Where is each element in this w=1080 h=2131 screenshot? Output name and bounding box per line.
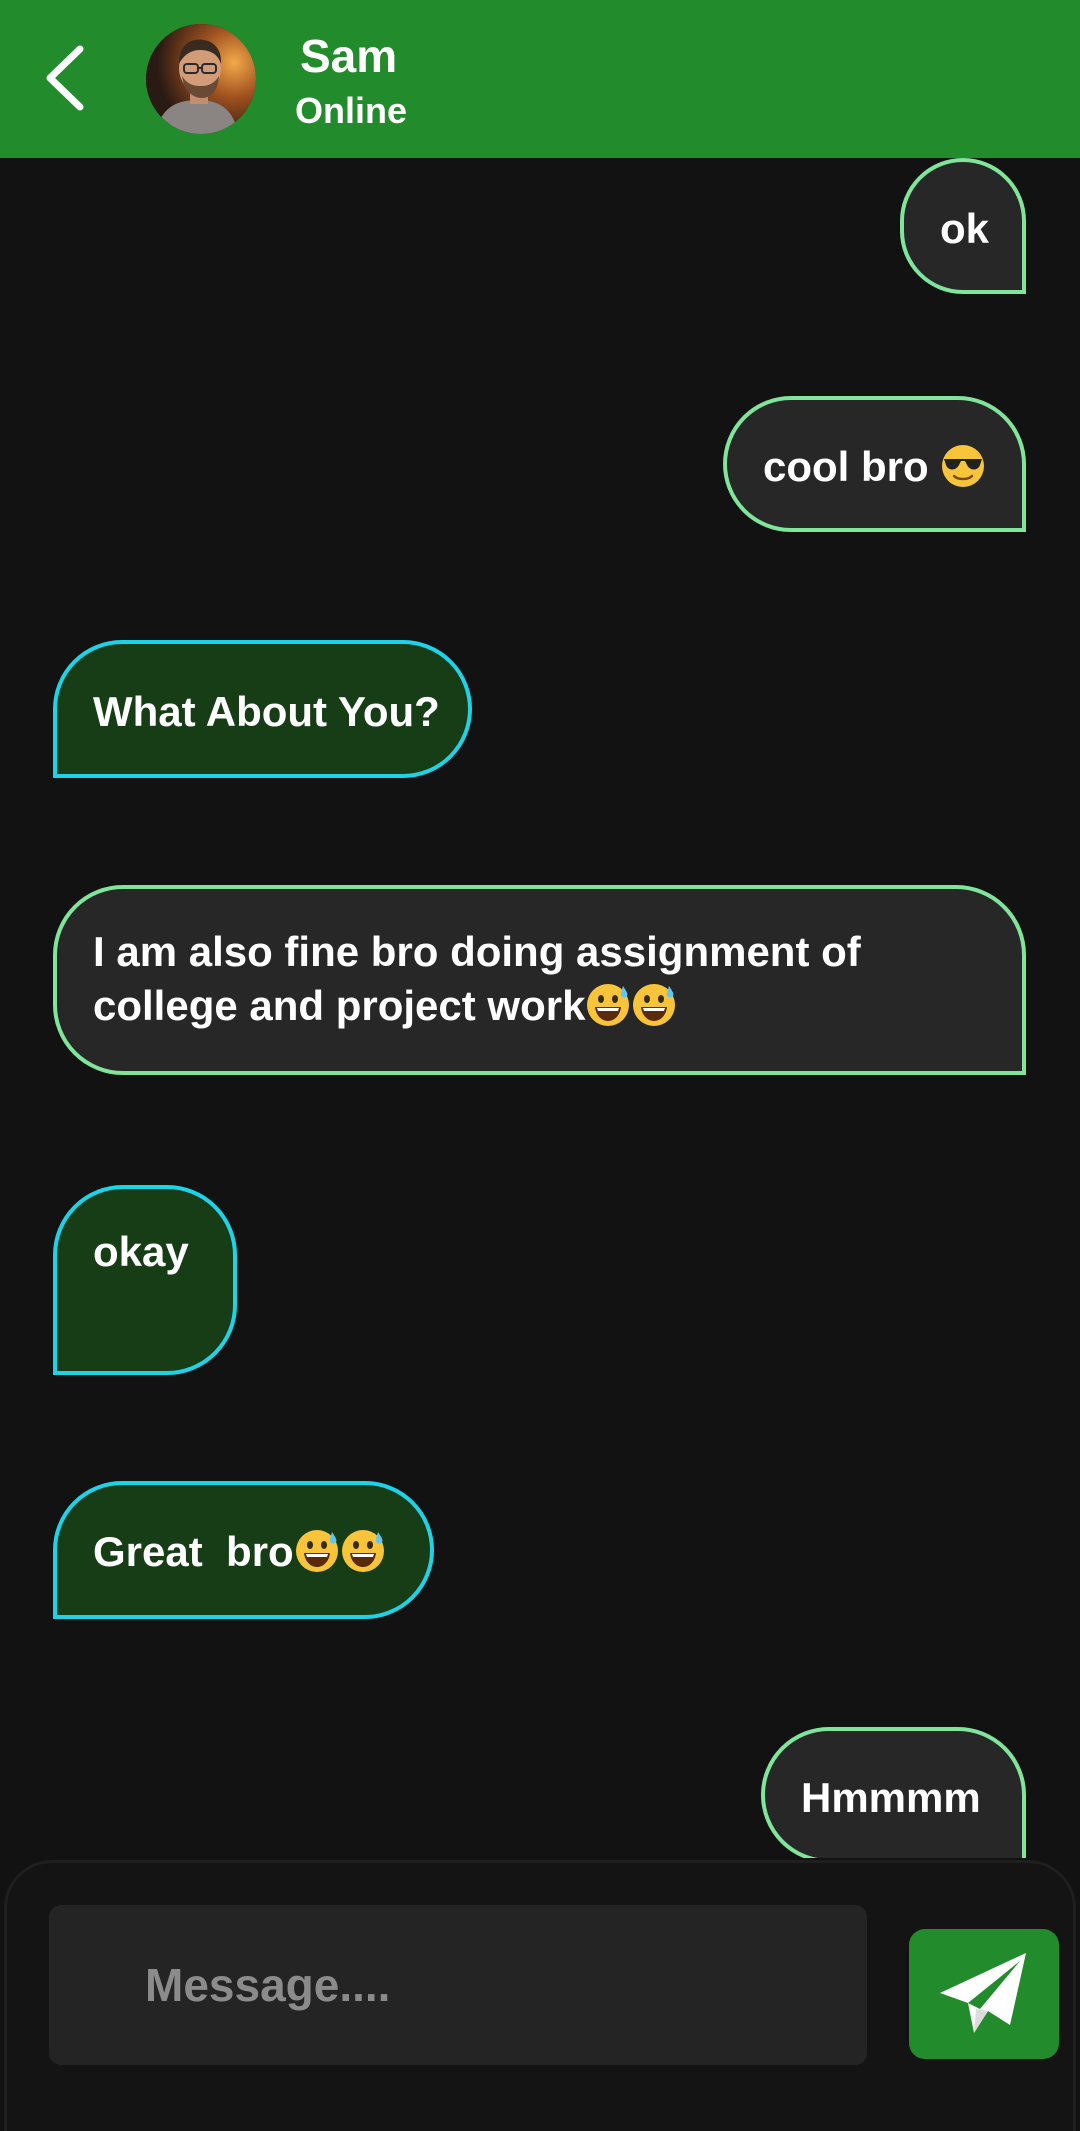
- grinning-face-with-sweat-icon: [295, 1530, 338, 1572]
- contact-name: Sam: [300, 30, 398, 82]
- message-bubble-received[interactable]: okay: [53, 1185, 237, 1375]
- message-text: Great bro: [93, 1525, 430, 1579]
- smiling-face-with-sunglasses-icon: [942, 445, 985, 487]
- message-composer: [4, 1860, 1076, 2131]
- message-bubble-sent[interactable]: Hmmmm: [761, 1727, 1026, 1858]
- message-bubble-sent[interactable]: cool bro: [723, 396, 1026, 532]
- grinning-face-with-sweat-icon: [341, 1530, 384, 1572]
- avatar[interactable]: [146, 24, 256, 134]
- message-text: Hmmmm: [801, 1774, 981, 1821]
- chat-header: Sam Online: [0, 0, 1080, 158]
- message-text: cool bro: [763, 440, 1022, 494]
- contact-avatar-photo: [146, 24, 256, 134]
- message-text: What About You?: [93, 688, 440, 735]
- send-button[interactable]: [909, 1929, 1059, 2059]
- message-bubble-received[interactable]: Great bro: [53, 1481, 434, 1619]
- grinning-face-with-sweat-icon: [633, 984, 676, 1026]
- contact-status: Online: [295, 90, 408, 131]
- back-button[interactable]: [30, 38, 100, 118]
- message-bubble-received[interactable]: What About You?: [53, 640, 472, 778]
- message-bubble-sent[interactable]: I am also fine bro doing assignment of c…: [53, 885, 1026, 1075]
- grinning-face-with-sweat-icon: [587, 984, 630, 1026]
- message-list[interactable]: ok cool bro What About You? I am also fi…: [0, 158, 1080, 1858]
- message-text: ok: [940, 205, 990, 252]
- paper-plane-icon: [940, 1953, 1026, 2033]
- message-bubble-sent[interactable]: ok: [900, 158, 1026, 294]
- message-input[interactable]: [49, 1905, 867, 2065]
- chevron-left-icon: [46, 45, 84, 111]
- message-text: okay: [93, 1228, 189, 1275]
- message-text: I am also fine bro doing assignment of c…: [93, 928, 861, 1029]
- chat-screen: Sam Online ok cool bro What About You? I…: [0, 0, 1080, 2131]
